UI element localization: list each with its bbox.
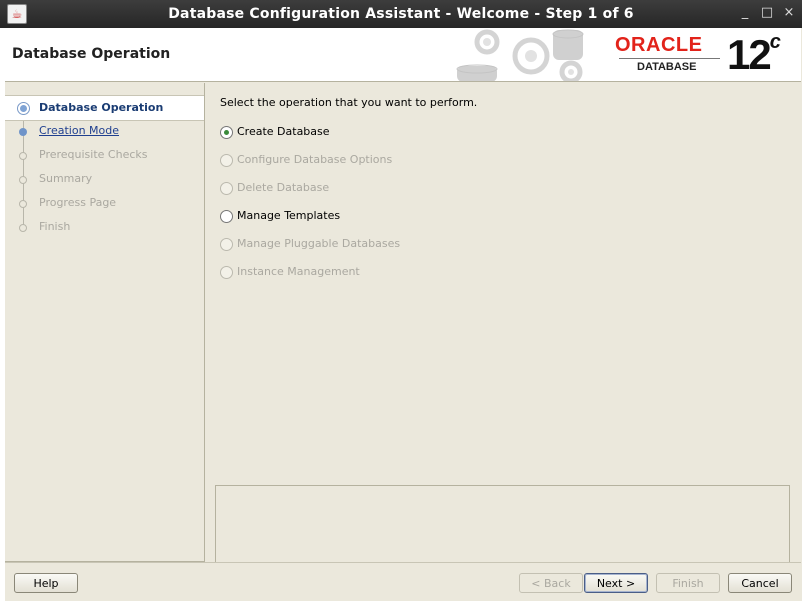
message-box	[215, 485, 790, 563]
oracle-logo-product: DATABASE	[637, 61, 697, 73]
step-dot-icon	[19, 224, 27, 232]
step-dot-icon	[19, 176, 27, 184]
step-prerequisite-checks: Prerequisite Checks	[5, 143, 204, 167]
step-dot-icon	[19, 152, 27, 160]
radio-button[interactable]	[220, 126, 233, 139]
close-icon[interactable]: ×	[781, 5, 797, 21]
option-label: Manage Templates	[237, 209, 341, 222]
radio-button	[220, 182, 233, 195]
version-suffix: c	[769, 31, 781, 53]
step-finish: Finish	[5, 215, 204, 239]
step-label: Prerequisite Checks	[39, 148, 148, 161]
logo-divider	[619, 58, 720, 59]
step-dot-icon	[19, 128, 27, 136]
page-title: Database Operation	[12, 46, 171, 62]
gears-graphic-icon	[456, 29, 584, 81]
step-label: Progress Page	[39, 196, 117, 209]
cancel-button[interactable]: Cancel	[728, 573, 792, 593]
finish-button: Finish	[656, 573, 720, 593]
version-logo: 12c	[727, 31, 781, 79]
radio-button	[220, 154, 233, 167]
step-database-operation[interactable]: Database Operation	[5, 95, 204, 121]
maximize-icon[interactable]: □	[759, 5, 775, 21]
back-button: < Back	[519, 573, 583, 593]
option-label: Configure Database Options	[237, 153, 393, 166]
minimize-icon[interactable]: _	[737, 5, 753, 21]
option-label: Instance Management	[237, 265, 360, 278]
footer-divider	[5, 562, 801, 563]
step-progress-page: Progress Page	[5, 191, 204, 215]
window-title: Database Configuration Assistant - Welco…	[168, 6, 634, 22]
current-step-core-icon	[20, 105, 27, 112]
option-label: Manage Pluggable Databases	[237, 237, 401, 250]
next-button[interactable]: Next >	[584, 573, 648, 593]
step-summary: Summary	[5, 167, 204, 191]
radio-button	[220, 266, 233, 279]
step-label: Creation Mode	[39, 124, 120, 137]
option-label: Create Database	[237, 125, 330, 138]
step-label: Database Operation	[39, 101, 164, 114]
operation-prompt: Select the operation that you want to pe…	[220, 96, 478, 109]
radio-button	[220, 238, 233, 251]
option-label: Delete Database	[237, 181, 330, 194]
step-label: Finish	[39, 220, 71, 233]
help-button[interactable]: Help	[14, 573, 78, 593]
step-label: Summary	[39, 172, 93, 185]
title-bar[interactable]: ☕ Database Configuration Assistant - Wel…	[0, 0, 802, 28]
oracle-logo: ORACLE	[615, 34, 703, 56]
step-navigation-panel: Database Operation Creation Mode Prerequ…	[5, 83, 205, 562]
header-banner: Database Operation ORACLE DATABASE 12c	[5, 28, 801, 82]
step-creation-mode[interactable]: Creation Mode	[5, 119, 204, 143]
step-dot-icon	[19, 200, 27, 208]
radio-button[interactable]	[220, 210, 233, 223]
main-content: Select the operation that you want to pe…	[205, 83, 801, 563]
version-number: 12	[727, 31, 772, 78]
